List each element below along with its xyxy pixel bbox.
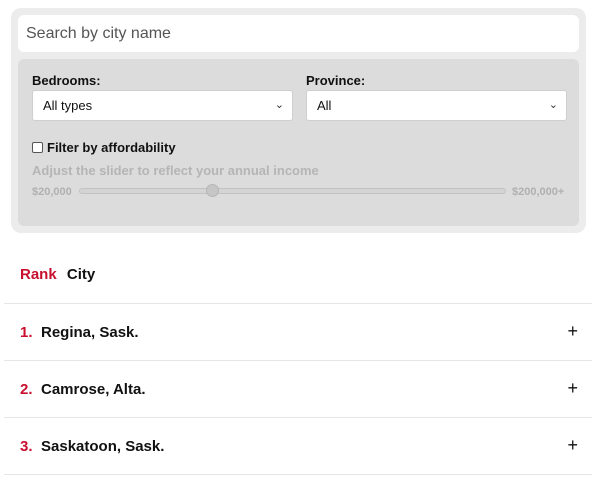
income-slider-track[interactable] [79,184,506,197]
slider-hint: Adjust the slider to reflect your annual… [32,163,319,178]
rank-header: Rank [20,266,57,283]
slider-min-label: $20,000 [32,186,72,198]
chevron-down-icon: ⌄ [548,99,558,111]
filters-panel: Bedrooms: All types ⌄ Province: All ⌄ Fi… [18,59,579,226]
chevron-down-icon: ⌄ [274,99,284,111]
table-row[interactable]: 3. Saskatoon, Sask. + [4,417,592,474]
expand-plus-icon[interactable]: + [567,321,578,342]
rank-number: 2. [20,381,33,398]
province-select-value: All [317,98,332,113]
divider [4,474,592,475]
city-name: Camrose, Alta. [41,381,146,398]
rank-number: 1. [20,324,33,341]
rank-number: 3. [20,438,33,455]
affordability-label: Filter by affordability [47,140,176,155]
affordability-toggle[interactable]: Filter by affordability [32,140,176,155]
bedrooms-label: Bedrooms: [32,73,101,88]
province-label: Province: [306,73,366,88]
table-row[interactable]: 1. Regina, Sask. + [4,303,592,360]
bedrooms-select-value: All types [43,98,93,113]
expand-plus-icon[interactable]: + [567,435,578,456]
province-select[interactable]: All ⌄ [306,90,567,121]
slider-max-label: $200,000+ [512,186,565,198]
table-row[interactable]: 2. Camrose, Alta. + [4,360,592,417]
bedrooms-select[interactable]: All types ⌄ [32,90,293,121]
search-input[interactable] [18,15,579,52]
city-name: Saskatoon, Sask. [41,438,165,455]
city-header: City [66,266,96,283]
expand-plus-icon[interactable]: + [567,378,578,399]
city-name: Regina, Sask. [41,324,139,341]
search-panel: Bedrooms: All types ⌄ Province: All ⌄ Fi… [11,8,586,233]
table-header: Rank City [20,266,95,283]
affordability-checkbox[interactable] [32,142,43,153]
income-slider-thumb[interactable] [205,184,219,197]
